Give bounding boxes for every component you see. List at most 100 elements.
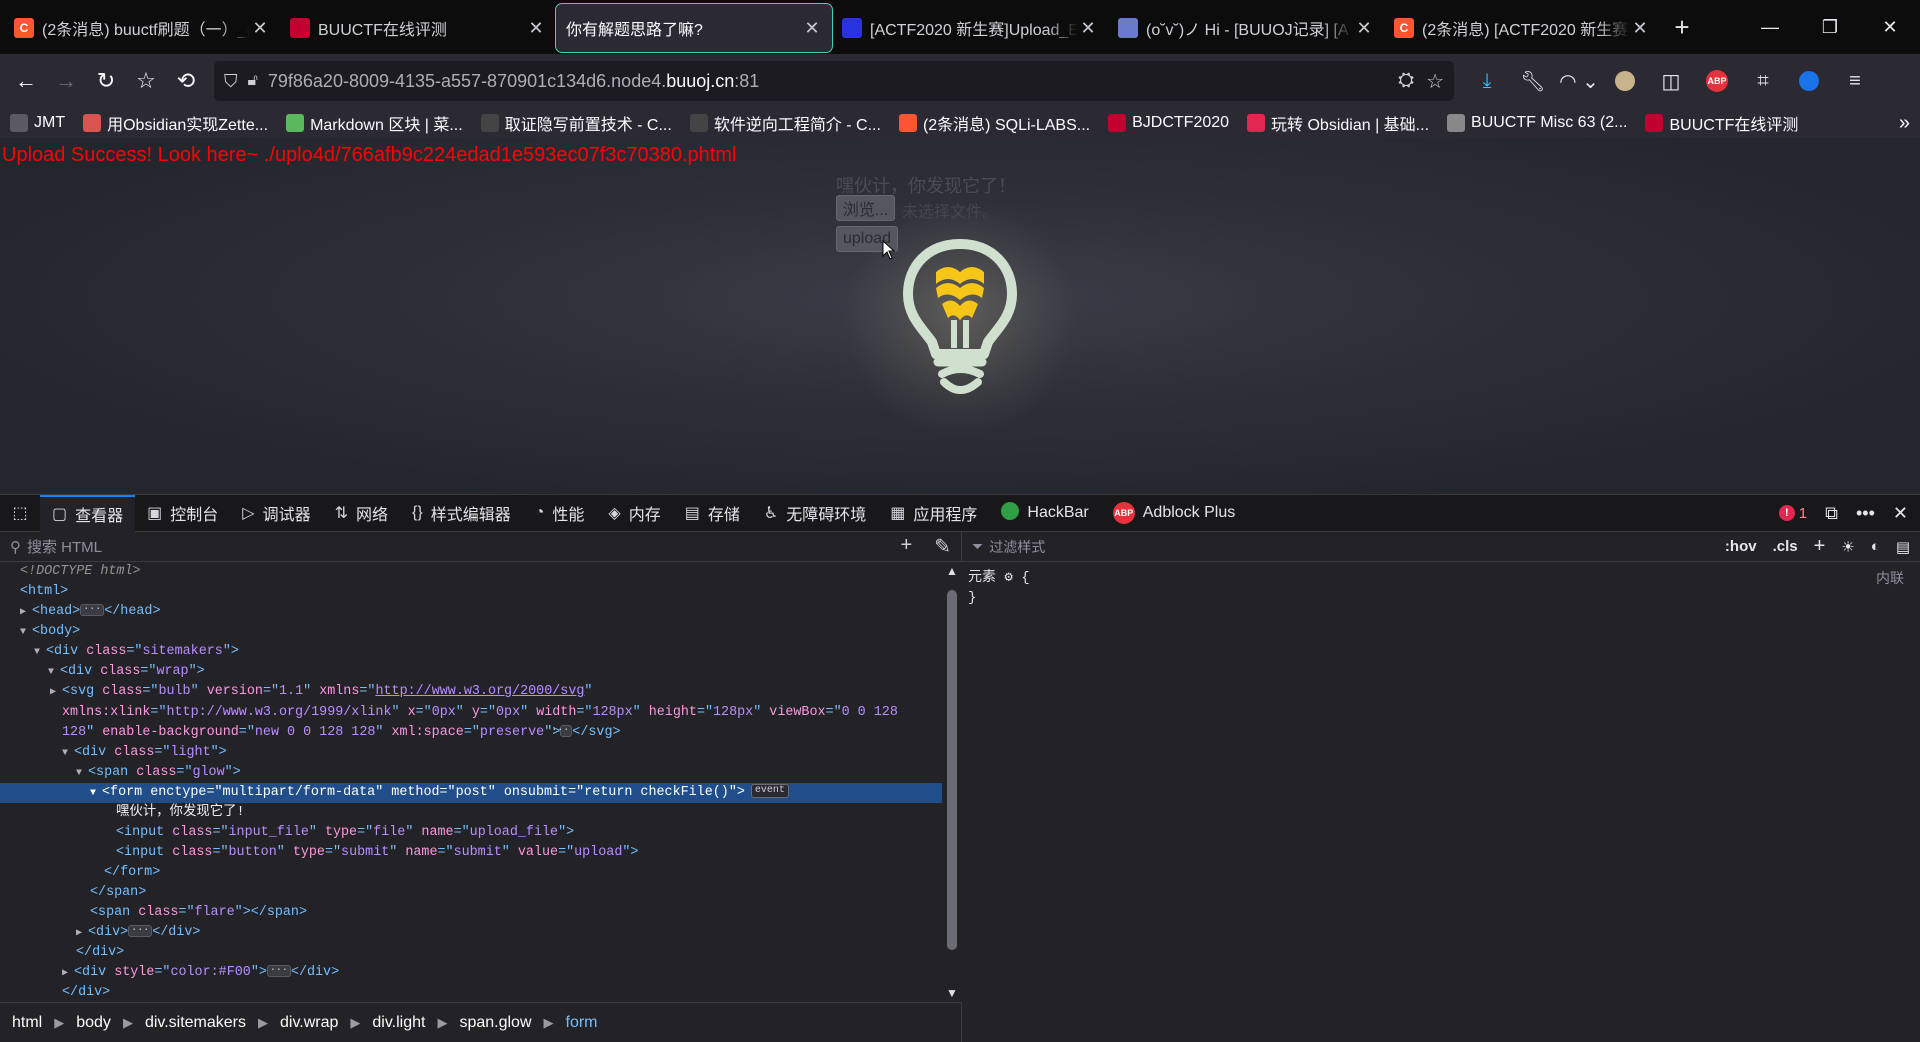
bookmark-item[interactable]: (2条消息) SQLi-LABS... bbox=[898, 111, 1090, 135]
bookmark-item[interactable]: 软件逆向工程简介 - C... bbox=[689, 111, 881, 135]
browser-tab[interactable]: C (2条消息) [ACTF2020 新生赛] ✕ bbox=[1384, 4, 1660, 52]
bookmark-item[interactable]: 取证隐写前置技术 - C... bbox=[480, 111, 672, 135]
event-badge[interactable]: event bbox=[750, 784, 789, 799]
cls-toggle[interactable]: .cls bbox=[1773, 538, 1798, 555]
bookmark-item[interactable]: BJDCTF2020 bbox=[1108, 114, 1229, 132]
browser-tab[interactable]: [ACTF2020 新生赛]Upload_E ✕ bbox=[832, 4, 1108, 52]
expand-arrow-icon[interactable]: ▶ bbox=[20, 603, 32, 623]
light-theme-icon[interactable]: ☀ bbox=[1841, 538, 1854, 556]
markup-line[interactable]: ▼ <div class="sitemakers"> bbox=[0, 642, 942, 662]
wrench-icon[interactable]: 🔧︎ bbox=[1510, 61, 1556, 101]
markup-line[interactable]: ▼ <body> bbox=[0, 622, 942, 642]
downloads-icon[interactable]: ⤓ bbox=[1464, 61, 1510, 101]
tracking-protection-shield-icon[interactable]: ⛉ bbox=[224, 71, 238, 92]
markup-line[interactable]: <html> bbox=[0, 582, 942, 602]
menu-icon[interactable]: ≡ bbox=[1832, 61, 1878, 101]
devtools-tab[interactable]: ▷ 调试器 bbox=[230, 495, 322, 532]
history-icon[interactable]: ⟲ bbox=[166, 61, 206, 101]
expand-arrow-icon[interactable]: ▶ bbox=[76, 924, 88, 944]
inline-source-label[interactable]: 内联 bbox=[1876, 568, 1904, 588]
markup-line-selected-form[interactable]: ▼ <form enctype="multipart/form-data" met… bbox=[0, 783, 942, 803]
bookmark-item[interactable]: 玩转 Obsidian | 基础... bbox=[1247, 111, 1429, 135]
browser-tab[interactable]: (o˘v˘)ノ Hi - [BUUOJ记录] [A ✕ bbox=[1108, 4, 1384, 52]
adblock-plus-icon[interactable]: ABP bbox=[1694, 61, 1740, 101]
search-html-input[interactable]: 搜索 HTML bbox=[27, 536, 102, 557]
translate-icon[interactable]: ⛭ bbox=[1398, 69, 1414, 94]
devtools-tab[interactable]: ▣ 控制台 bbox=[135, 495, 230, 532]
hov-toggle[interactable]: :hov bbox=[1725, 538, 1757, 555]
tab-close-icon[interactable]: ✕ bbox=[802, 18, 822, 39]
markup-line[interactable]: </form> bbox=[0, 863, 942, 883]
markup-line[interactable]: <input class="input_file" type="file" na… bbox=[0, 823, 942, 843]
extension-avatar-icon[interactable] bbox=[1602, 61, 1648, 101]
close-devtools-icon[interactable]: ✕ bbox=[1893, 503, 1908, 524]
bookmark-item[interactable]: 用Obsidian实现Zette... bbox=[83, 111, 268, 135]
eyedropper-icon[interactable]: ✎ bbox=[934, 534, 951, 559]
bookmark-item[interactable]: JMT bbox=[10, 114, 65, 132]
expand-arrow-icon[interactable]: ▶ bbox=[62, 964, 74, 984]
devtools-tab[interactable]: ABP Adblock Plus bbox=[1101, 495, 1248, 532]
breadcrumb-item[interactable]: div.sitemakers bbox=[145, 1014, 246, 1032]
devtools-tab[interactable]: ▤ 存储 bbox=[673, 495, 752, 532]
collapse-arrow-icon[interactable]: ▼ bbox=[20, 623, 32, 643]
markup-line[interactable]: <!DOCTYPE html> bbox=[0, 562, 942, 582]
forward-button[interactable]: → bbox=[46, 61, 86, 101]
devtools-tab[interactable]: {} 样式编辑器 bbox=[400, 495, 523, 532]
markup-line[interactable]: <span class="flare"></span> bbox=[0, 903, 942, 923]
gear-icon[interactable]: ⚙ bbox=[1004, 570, 1012, 586]
tab-close-icon[interactable]: ✕ bbox=[1630, 18, 1650, 39]
home-icon[interactable]: ☆ bbox=[126, 61, 166, 101]
devtools-tab[interactable]: ⇅ 网络 bbox=[323, 495, 400, 532]
markup-line[interactable]: ▼ <div class="wrap"> bbox=[0, 662, 942, 682]
browse-file-button[interactable]: 浏览... bbox=[836, 195, 895, 221]
breadcrumb-item[interactable]: form bbox=[566, 1014, 598, 1032]
url-bar[interactable]: ⛉ 🔓︎ 79f86a20-8009-4135-a557-870901c134d… bbox=[214, 61, 1454, 101]
bookmarks-overflow-icon[interactable]: » bbox=[1899, 112, 1910, 135]
new-tab-button[interactable]: + bbox=[1660, 0, 1704, 54]
devtools-tab[interactable]: ◈ 内存 bbox=[596, 495, 672, 532]
collapse-arrow-icon[interactable]: ▼ bbox=[48, 663, 60, 683]
more-options-icon[interactable]: ••• bbox=[1856, 503, 1875, 524]
extension-blue-icon[interactable] bbox=[1786, 61, 1832, 101]
devtools-tab[interactable]: ▢ 查看器 bbox=[40, 494, 136, 532]
add-rule-icon[interactable]: + bbox=[1814, 535, 1826, 558]
markup-line[interactable]: ▶ <div> ··· </div> bbox=[0, 923, 942, 943]
filter-styles-input[interactable]: 过滤样式 bbox=[989, 537, 1045, 557]
scroll-up-icon[interactable]: ▲ bbox=[946, 564, 958, 578]
scroll-down-icon[interactable]: ▼ bbox=[946, 986, 958, 1000]
add-node-icon[interactable]: + bbox=[901, 534, 913, 559]
bookmark-star-icon[interactable]: ☆ bbox=[1426, 69, 1444, 94]
markup-line[interactable]: </span> bbox=[0, 883, 942, 903]
devtools-tab[interactable]: HackBar bbox=[989, 495, 1100, 532]
breadcrumb-item[interactable]: body bbox=[76, 1014, 111, 1032]
breadcrumb-item[interactable]: html bbox=[12, 1014, 42, 1032]
markup-line[interactable]: ▶ <head> ··· </head> bbox=[0, 602, 942, 622]
collapse-arrow-icon[interactable]: ▼ bbox=[62, 744, 74, 764]
markup-line[interactable]: ▶ <div style="color:#F00"> ··· </div> bbox=[0, 963, 942, 983]
expand-arrow-icon[interactable]: ▶ bbox=[50, 683, 62, 703]
reload-button[interactable]: ↻ bbox=[86, 61, 126, 101]
bookmark-item[interactable]: Markdown 区块 | 菜... bbox=[286, 111, 463, 135]
tab-close-icon[interactable]: ✕ bbox=[526, 18, 546, 39]
back-button[interactable]: ← bbox=[6, 61, 46, 101]
reader-icon[interactable]: ◫ bbox=[1648, 61, 1694, 101]
browser-tab[interactable]: 你有解题思路了嘛? ✕ bbox=[555, 3, 833, 53]
devtools-tab[interactable]: ◔ 性能 bbox=[523, 495, 597, 532]
print-media-icon[interactable]: ▤ bbox=[1896, 538, 1910, 556]
restore-button[interactable]: ❐ bbox=[1800, 0, 1860, 54]
sync-icon[interactable]: ◠ ⌄ bbox=[1556, 61, 1602, 101]
bookmark-item[interactable]: BUUCTF在线评测 bbox=[1645, 111, 1798, 135]
tab-close-icon[interactable]: ✕ bbox=[1354, 18, 1374, 39]
tab-close-icon[interactable]: ✕ bbox=[1078, 18, 1098, 39]
breadcrumb-item[interactable]: div.wrap bbox=[280, 1014, 338, 1032]
browser-tab[interactable]: BUUCTF在线评测 ✕ bbox=[280, 4, 556, 52]
error-count-badge[interactable]: ! 1 bbox=[1778, 505, 1807, 522]
markup-scrollbar[interactable]: ▲ ▼ bbox=[942, 562, 962, 1002]
devtools-tab[interactable]: ♿ 无障碍环境 bbox=[752, 495, 878, 532]
markup-line[interactable]: </div> bbox=[0, 983, 942, 1002]
markup-line[interactable]: ▼ <div class="light"> bbox=[0, 743, 942, 763]
markup-line-svg[interactable]: ▶ <svg class="bulb" version="1.1" xmlns="… bbox=[0, 682, 942, 743]
markup-line[interactable]: <input class="button" type="submit" name… bbox=[0, 843, 942, 863]
tab-close-icon[interactable]: ✕ bbox=[250, 18, 270, 39]
element-picker-icon[interactable]: ⬚ bbox=[0, 495, 40, 532]
